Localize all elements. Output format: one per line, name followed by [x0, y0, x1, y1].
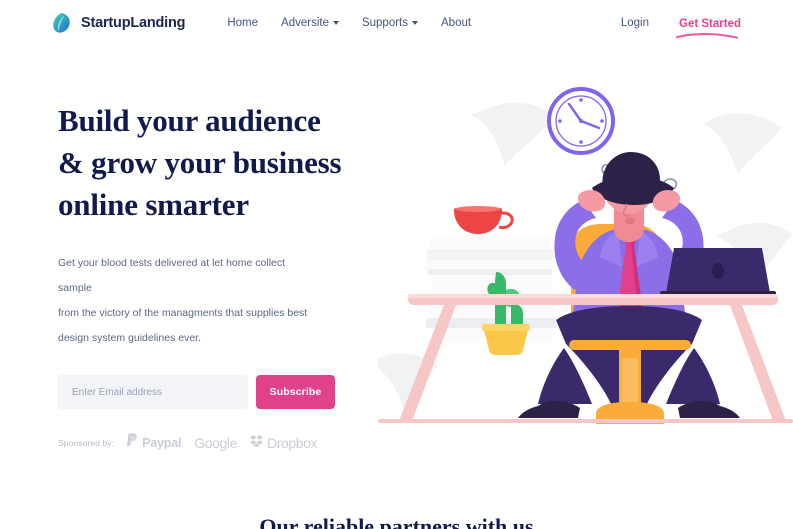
email-input[interactable] [58, 375, 248, 409]
headline-line-3: online smarter [58, 187, 249, 222]
nav-link-home[interactable]: Home [227, 17, 258, 29]
sponsor-name: Google [194, 434, 237, 451]
get-started-button[interactable]: Get Started [676, 14, 741, 39]
hero-description-line-2: from the victory of the managments that … [58, 307, 308, 319]
landing-page: StartupLanding Home Adversite Supports A… [0, 0, 793, 529]
chevron-down-icon [412, 20, 418, 25]
sponsor-paypal: Paypal [127, 433, 181, 452]
headline-line-1: Build your audience [58, 103, 321, 138]
nav-link-about[interactable]: About [441, 17, 471, 29]
page-title: Build your audience & grow your business… [58, 100, 388, 226]
chevron-down-icon [332, 20, 339, 25]
navbar: StartupLanding Home Adversite Supports A… [0, 0, 793, 45]
paypal-icon [127, 433, 138, 452]
nav-link-supports[interactable]: Supports [362, 17, 418, 29]
sponsor-name: Dropbox [266, 434, 318, 451]
leaf-logo-icon [52, 12, 72, 34]
login-link[interactable]: Login [621, 17, 649, 29]
subscribe-button[interactable]: Subscribe [256, 375, 335, 409]
hero-description-line-1: Get your blood tests delivered at let ho… [58, 257, 286, 294]
wall-clock-icon [547, 87, 615, 155]
hero-description: Get your blood tests delivered at let ho… [58, 251, 320, 351]
nav-link-label: Home [227, 16, 259, 29]
nav-link-adversite[interactable]: Adversite [281, 17, 339, 29]
dropbox-icon [249, 434, 263, 452]
underline-swoosh-icon [676, 32, 738, 39]
sponsors-row: Sponsored by: Paypal Google Dropbox [58, 433, 388, 452]
nav-link-label: About [441, 16, 472, 29]
partners-section: Our reliable partners with us [0, 512, 793, 529]
get-started-label: Get Started [679, 17, 741, 30]
brand-logo[interactable]: StartupLanding [52, 12, 186, 34]
sponsor-dropbox: Dropbox [249, 434, 318, 452]
hero-content: Build your audience & grow your business… [58, 100, 388, 452]
stressed-office-worker-illustration [370, 58, 793, 428]
nav-right-actions: Login Get Started [621, 14, 741, 39]
nav-links: Home Adversite Supports About [227, 17, 471, 29]
headline-line-2: & grow your business [58, 145, 342, 180]
sponsor-google: Google [194, 435, 237, 451]
hero-description-line-3: design system guidelines ever. [58, 332, 201, 344]
nav-link-label: Supports [361, 16, 408, 29]
brand-name: StartupLanding [81, 14, 186, 31]
subscribe-form: Subscribe [58, 375, 388, 409]
laptop-icon [660, 248, 776, 298]
sponsored-by-label: Sponsored by: [58, 437, 115, 448]
sponsor-name: Paypal [142, 435, 182, 450]
partners-heading: Our reliable partners with us [259, 514, 534, 529]
coffee-cup-icon [454, 206, 514, 234]
nav-link-label: Adversite [281, 16, 329, 29]
